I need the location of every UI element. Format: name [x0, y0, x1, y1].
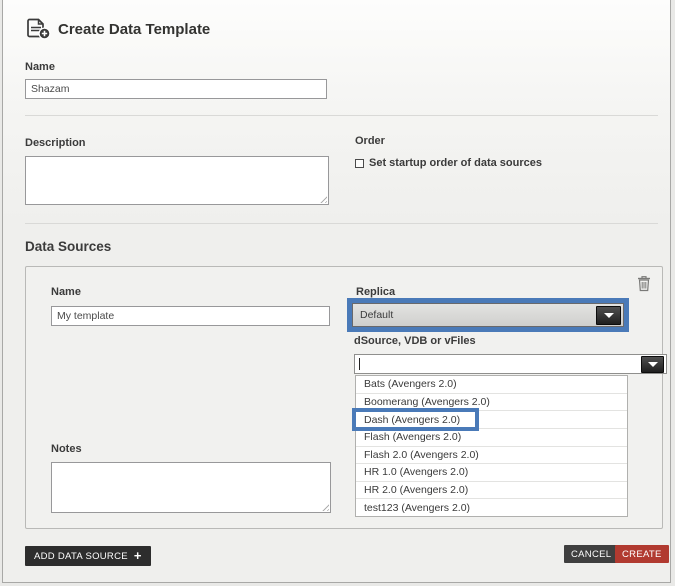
delete-data-source-button[interactable]: [637, 275, 653, 293]
replica-label: Replica: [356, 286, 395, 298]
chevron-down-icon: [648, 362, 658, 367]
replica-dropdown-button[interactable]: [596, 306, 621, 325]
dsource-option[interactable]: Flash (Avengers 2.0): [356, 429, 627, 447]
dsource-label: dSource, VDB or vFiles: [354, 335, 476, 347]
source-name-label: Name: [51, 286, 81, 298]
description-textarea[interactable]: [25, 156, 329, 205]
dsource-option[interactable]: test123 (Avengers 2.0): [356, 499, 627, 516]
replica-selected-value: Default: [353, 309, 393, 321]
dsource-option[interactable]: Dash (Avengers 2.0): [356, 411, 627, 429]
startup-order-checkbox[interactable]: [355, 159, 364, 168]
create-button[interactable]: CREATE: [615, 545, 669, 563]
notes-textarea[interactable]: [51, 462, 331, 513]
dsource-option[interactable]: Boomerang (Avengers 2.0): [356, 394, 627, 412]
create-template-icon: [26, 18, 51, 40]
replica-highlight-box: Default: [347, 298, 629, 332]
text-cursor: [359, 358, 360, 370]
add-data-source-button[interactable]: ADD DATA SOURCE +: [25, 546, 151, 566]
notes-label: Notes: [51, 443, 82, 455]
name-label: Name: [25, 61, 55, 73]
order-label: Order: [355, 135, 385, 147]
divider: [25, 223, 658, 224]
create-data-template-dialog: Create Data Template Name Shazam Descrip…: [2, 0, 671, 583]
plus-icon: +: [134, 551, 142, 561]
source-name-input[interactable]: My template: [51, 306, 330, 326]
dsource-option[interactable]: HR 1.0 (Avengers 2.0): [356, 464, 627, 482]
startup-order-checkbox-label: Set startup order of data sources: [369, 157, 542, 169]
replica-dropdown[interactable]: Default: [352, 303, 624, 327]
trash-icon: [637, 275, 651, 292]
name-input[interactable]: Shazam: [25, 79, 327, 99]
dsource-combo-input[interactable]: [354, 354, 667, 374]
dsource-dropdown-button[interactable]: [641, 356, 664, 373]
dsource-option[interactable]: Flash 2.0 (Avengers 2.0): [356, 447, 627, 465]
dialog-header: Create Data Template: [26, 18, 210, 40]
description-label: Description: [25, 137, 86, 149]
dsource-option[interactable]: Bats (Avengers 2.0): [356, 376, 627, 394]
dsource-option[interactable]: HR 2.0 (Avengers 2.0): [356, 482, 627, 500]
add-data-source-label: ADD DATA SOURCE: [34, 551, 128, 562]
dialog-title: Create Data Template: [58, 21, 210, 38]
divider: [25, 115, 658, 116]
chevron-down-icon: [604, 313, 614, 318]
data-source-card: Name My template Replica Default dSource…: [25, 266, 663, 529]
dsource-option-list: Bats (Avengers 2.0)Boomerang (Avengers 2…: [355, 375, 628, 517]
data-sources-heading: Data Sources: [25, 239, 111, 254]
cancel-button[interactable]: CANCEL: [564, 545, 618, 563]
